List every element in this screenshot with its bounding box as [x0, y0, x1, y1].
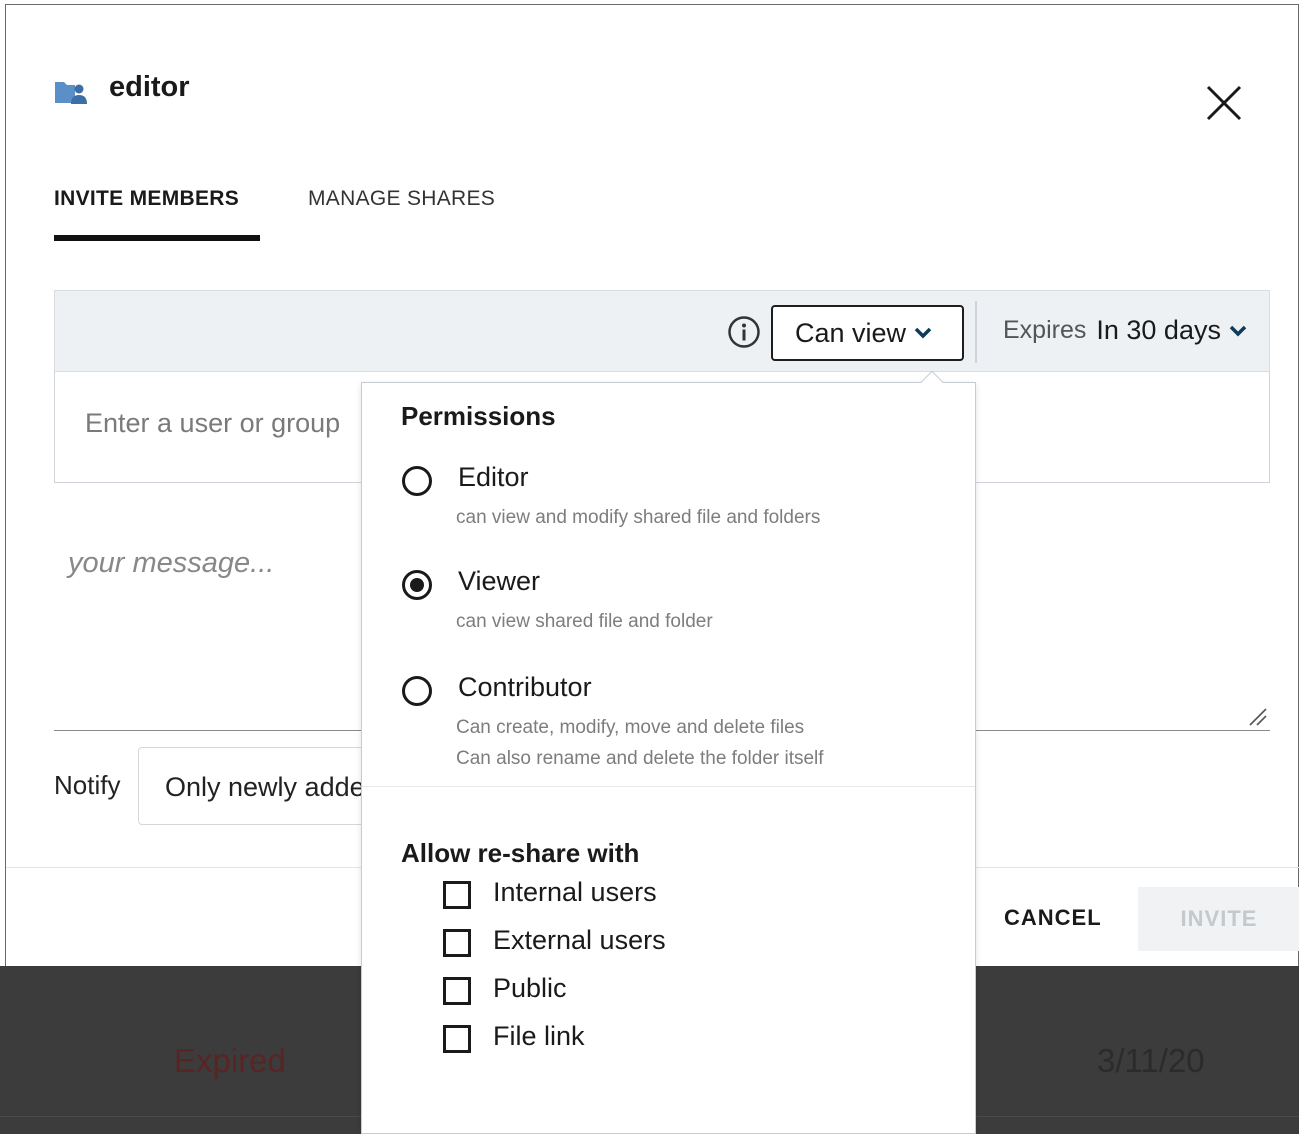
external-users-label: External users [493, 925, 666, 955]
expired-status-text: Expired [174, 1042, 286, 1079]
expires-dropdown[interactable]: Expires In 30 days [1003, 315, 1247, 346]
permissions-popover: Permissions Editor can view and modify s… [361, 370, 976, 1134]
notify-select[interactable]: Only newly added [138, 747, 398, 825]
contributor-description-line1: Can create, modify, move and delete file… [456, 717, 805, 738]
permissions-heading: Permissions [401, 401, 556, 431]
expires-label: Expires [1003, 316, 1087, 344]
chevron-down-icon [914, 327, 932, 339]
file-link-label: File link [493, 1021, 585, 1051]
permission-dropdown-label: Can view [795, 317, 907, 348]
editor-description: can view and modify shared file and fold… [456, 507, 821, 528]
public-checkbox[interactable] [443, 977, 471, 1005]
viewer-label: Viewer [458, 566, 541, 596]
viewer-description: can view shared file and folder [456, 611, 713, 632]
dialog-title: editor [109, 71, 190, 103]
expires-value: In 30 days [1096, 315, 1221, 345]
reshare-heading: Allow re-share with [401, 838, 640, 868]
contributor-radio[interactable] [402, 676, 432, 706]
close-icon[interactable] [1202, 81, 1246, 125]
internal-users-label: Internal users [493, 877, 657, 907]
editor-radio[interactable] [402, 466, 432, 496]
user-or-group-input[interactable] [85, 400, 385, 446]
editor-label: Editor [458, 462, 529, 492]
file-link-checkbox[interactable] [443, 1025, 471, 1053]
active-tab-indicator [54, 235, 260, 241]
viewer-radio[interactable] [402, 570, 432, 600]
internal-users-checkbox[interactable] [443, 881, 471, 909]
invite-button[interactable]: INVITE [1138, 887, 1299, 951]
contributor-label: Contributor [458, 672, 592, 702]
shared-folder-icon [55, 82, 87, 104]
permission-bar: Can view Expires In 30 days [54, 290, 1270, 372]
toolbar-divider [975, 301, 977, 363]
contributor-description-line2: Can also rename and delete the folder it… [456, 748, 824, 769]
info-icon[interactable] [727, 315, 761, 349]
chevron-down-icon [1229, 325, 1247, 336]
permission-dropdown-button[interactable]: Can view [771, 305, 964, 361]
cancel-button[interactable]: CANCEL [1004, 905, 1102, 931]
notify-label: Notify [54, 770, 121, 800]
public-label: Public [493, 973, 567, 1003]
tab-invite-members[interactable]: INVITE MEMBERS [54, 187, 239, 211]
tab-manage-shares[interactable]: MANAGE SHARES [308, 187, 495, 211]
share-date-text: 3/11/20 [1097, 1042, 1205, 1079]
resize-handle-icon[interactable] [1246, 705, 1268, 727]
popover-divider [362, 786, 975, 787]
external-users-checkbox[interactable] [443, 929, 471, 957]
